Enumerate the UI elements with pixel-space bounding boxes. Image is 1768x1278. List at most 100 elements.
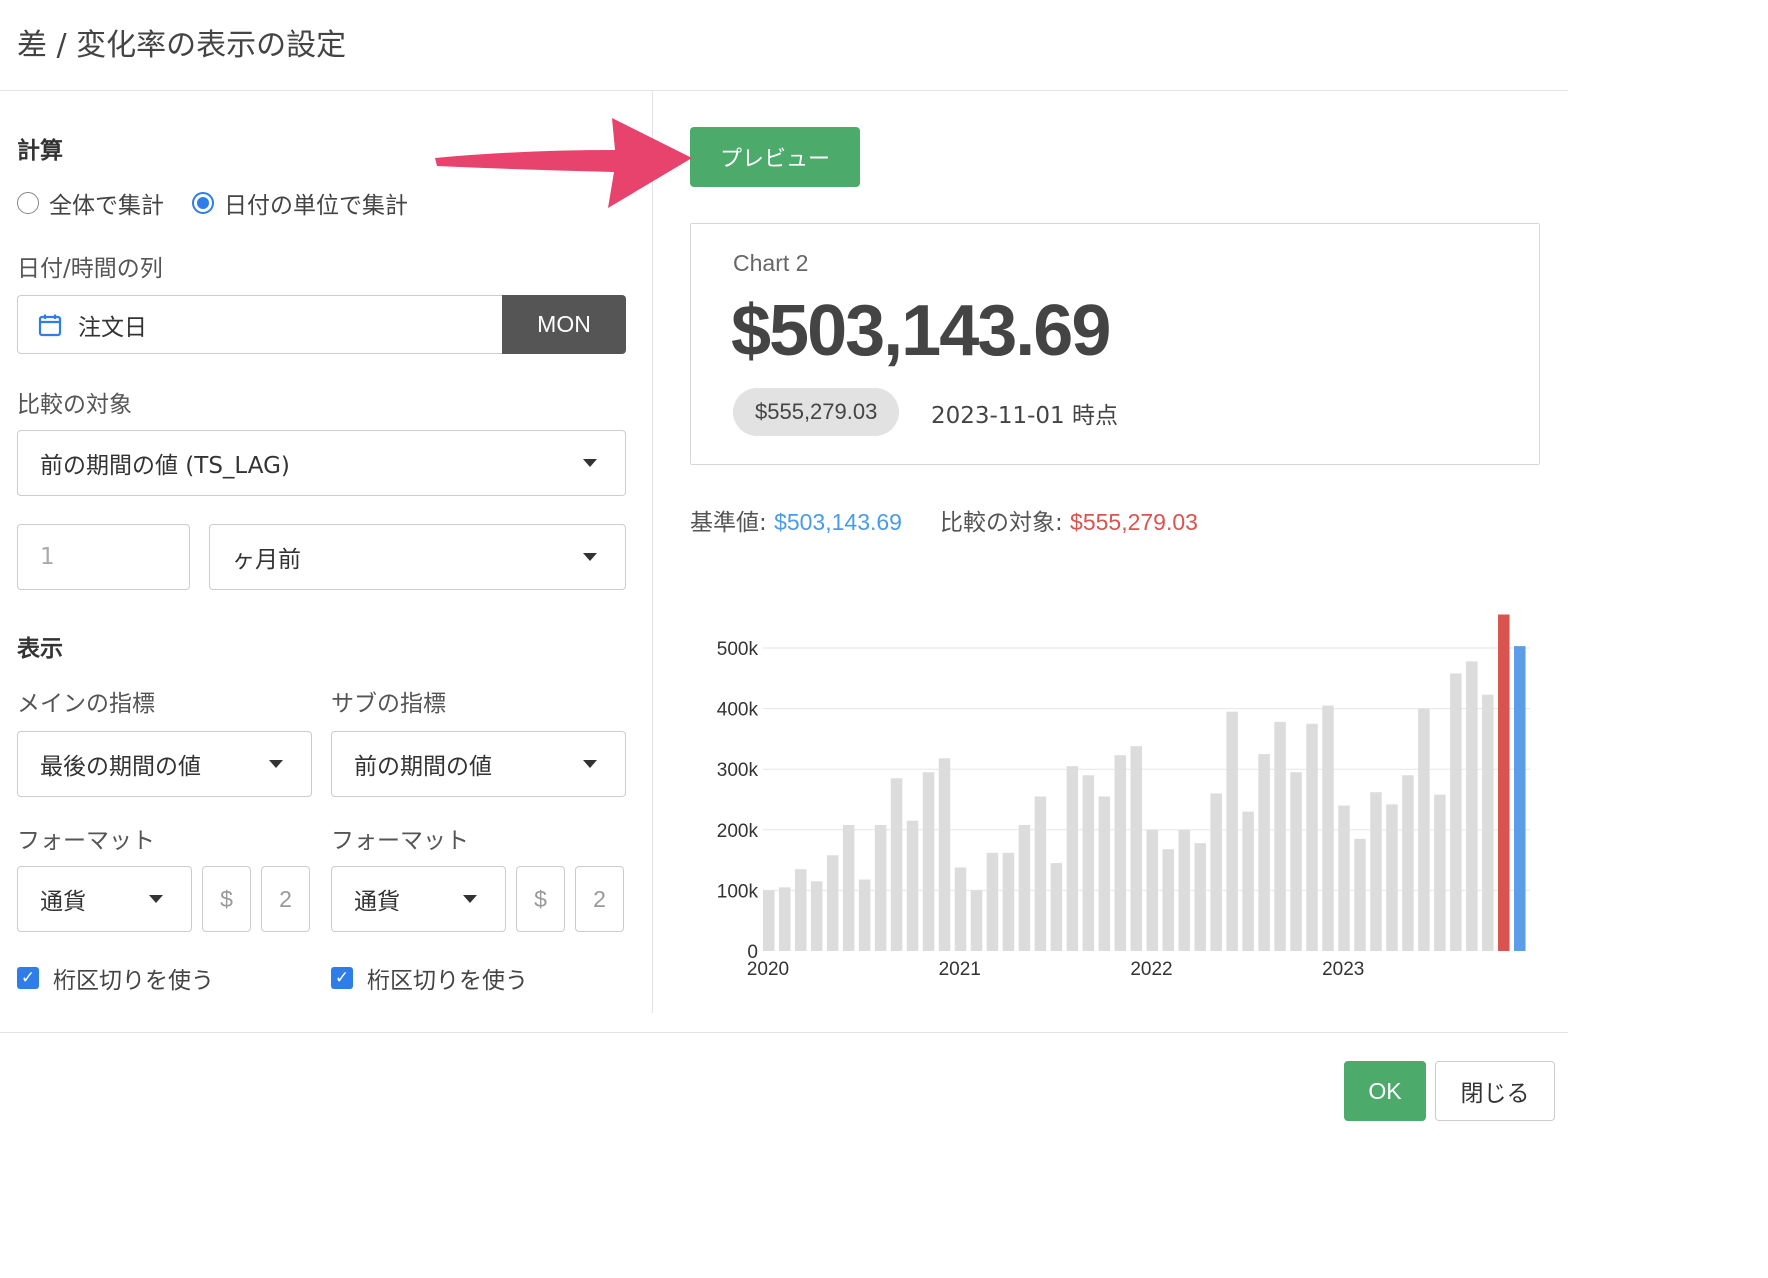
bar xyxy=(986,852,999,951)
kpi-main-value: $503,143.69 xyxy=(731,291,1111,371)
x-tick-label: 2020 xyxy=(747,959,789,980)
bar-chart-svg: 0100k200k300k400k500k2020 2021 2022 2023 xyxy=(717,614,1530,980)
bar-chart: 0 100k 200k 300k 400k 500k 2020 2021 2022 2023 xyxy=(690,591,1570,991)
bar xyxy=(1146,829,1159,951)
radio-all[interactable]: 全体で集計 xyxy=(17,186,164,220)
bar xyxy=(1098,796,1111,951)
date-column-label: 日付/時間の列 xyxy=(17,256,163,282)
bar xyxy=(1354,838,1366,951)
main-format-value: 通貨 xyxy=(40,889,86,915)
sub-format-select[interactable]: 通貨 xyxy=(331,866,506,932)
date-column-value: 注文日 xyxy=(78,314,147,341)
bar-compare xyxy=(1498,614,1510,951)
kpi-card: Chart 2 $503,143.69 $555,279.03 2023-11-… xyxy=(690,223,1540,465)
legend-base-value: $503,143.69 xyxy=(774,509,902,535)
bar xyxy=(1194,843,1206,951)
bar xyxy=(1466,661,1478,951)
bar xyxy=(1210,793,1222,951)
chevron-down-icon xyxy=(583,760,597,768)
bar xyxy=(1178,829,1190,951)
preview-button[interactable]: プレビュー xyxy=(690,127,860,187)
dialog-footer: OK 閉じる xyxy=(0,1032,1568,1134)
main-format-select[interactable]: 通貨 xyxy=(17,866,192,932)
chevron-down-icon xyxy=(269,760,283,768)
check-icon[interactable]: ✓ xyxy=(331,967,353,989)
chevron-down-icon xyxy=(149,895,163,903)
chevron-down-icon xyxy=(583,459,597,467)
main-metric-value: 最後の期間の値 xyxy=(40,754,201,780)
main-separator-checkbox[interactable]: ✓ 桁区切りを使う xyxy=(17,961,214,995)
x-tick-label: 2023 xyxy=(1322,959,1364,980)
check-icon[interactable]: ✓ xyxy=(17,967,39,989)
chevron-down-icon xyxy=(463,895,477,903)
radio-all-indicator[interactable] xyxy=(17,192,39,214)
sub-currency-symbol-input[interactable]: $ xyxy=(516,866,565,932)
main-currency-symbol-input[interactable]: $ xyxy=(202,866,251,932)
display-section-title: 表示 xyxy=(17,636,63,662)
date-unit-button[interactable]: MON xyxy=(502,295,626,354)
ok-button[interactable]: OK xyxy=(1344,1061,1426,1121)
radio-date-unit-label: 日付の単位で集計 xyxy=(224,193,408,219)
dialog-title: 差 / 変化率の表示の設定 xyxy=(17,28,347,63)
main-decimals-input[interactable]: 2 xyxy=(261,866,310,932)
bar xyxy=(842,824,855,951)
bar xyxy=(906,820,919,951)
dialog-header: 差 / 変化率の表示の設定 xyxy=(0,0,1568,91)
bar xyxy=(874,824,887,951)
bar xyxy=(1450,673,1462,951)
bar xyxy=(1242,811,1254,951)
bar-base xyxy=(1514,646,1526,951)
sub-metric-value: 前の期間の値 xyxy=(354,754,492,780)
bar xyxy=(1322,705,1334,951)
legend-base-label: 基準値: xyxy=(690,510,775,536)
close-button[interactable]: 閉じる xyxy=(1435,1061,1555,1121)
bar xyxy=(1386,804,1398,951)
main-metric-select[interactable]: 最後の期間の値 xyxy=(17,731,312,797)
calendar-icon xyxy=(38,314,62,336)
y-tick-label: 300k xyxy=(717,760,759,781)
date-column-field[interactable]: 注文日 xyxy=(17,295,503,354)
main-separator-label: 桁区切りを使う xyxy=(53,968,214,994)
bar xyxy=(1274,721,1286,951)
y-tick-label: 100k xyxy=(717,881,759,902)
radio-date-unit[interactable]: 日付の単位で集計 xyxy=(192,186,408,220)
bar xyxy=(1418,708,1430,951)
legend-compare: 比較の対象: $555,279.03 xyxy=(940,503,1198,537)
y-tick-label: 400k xyxy=(717,700,759,721)
bar xyxy=(858,879,871,951)
bar xyxy=(938,758,951,951)
bar xyxy=(1338,805,1350,951)
y-tick-label: 500k xyxy=(717,639,759,660)
bar xyxy=(1226,711,1238,951)
main-metric-label: メインの指標 xyxy=(17,691,155,717)
settings-panel: 計算 全体で集計 日付の単位で集計 日付/時間の列 注文日 MON 比較の対象 … xyxy=(0,91,653,1013)
preview-panel: プレビュー Chart 2 $503,143.69 $555,279.03 20… xyxy=(654,91,1568,1013)
kpi-compare-badge: $555,279.03 xyxy=(733,388,900,436)
bar xyxy=(1306,723,1318,951)
compare-select[interactable]: 前の期間の値 (TS_LAG) xyxy=(17,430,626,496)
sub-separator-checkbox[interactable]: ✓ 桁区切りを使う xyxy=(331,961,528,995)
lag-input[interactable]: 1 xyxy=(17,524,190,590)
legend-compare-value: $555,279.03 xyxy=(1070,509,1198,535)
x-tick-label: 2021 xyxy=(939,959,981,980)
bar xyxy=(954,867,967,951)
bar xyxy=(1162,849,1174,951)
arrow-icon xyxy=(435,118,692,208)
bar xyxy=(890,778,903,951)
bar xyxy=(794,869,807,951)
kpi-chart-title: Chart 2 xyxy=(733,250,809,276)
chevron-down-icon xyxy=(583,553,597,561)
sub-metric-select[interactable]: 前の期間の値 xyxy=(331,731,626,797)
bar xyxy=(1434,794,1446,951)
bar xyxy=(1066,766,1079,951)
bar xyxy=(970,890,983,951)
sub-metric-label: サブの指標 xyxy=(331,691,446,717)
y-tick-label: 200k xyxy=(717,821,759,842)
radio-date-unit-indicator[interactable] xyxy=(192,192,214,214)
sub-format-value: 通貨 xyxy=(354,889,400,915)
sub-decimals-input[interactable]: 2 xyxy=(575,866,624,932)
lag-unit-select[interactable]: ヶ月前 xyxy=(209,524,626,590)
legend-base: 基準値: $503,143.69 xyxy=(690,503,902,537)
bar xyxy=(1290,772,1302,951)
bar xyxy=(922,772,935,951)
